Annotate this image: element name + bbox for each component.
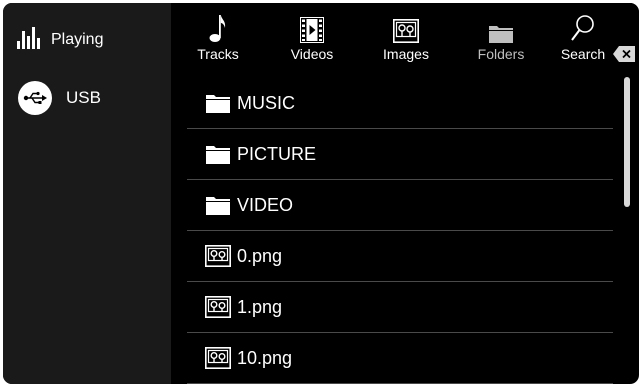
list-item-folder-video[interactable]: VIDEO	[187, 180, 613, 231]
list-item-folder-picture[interactable]: PICTURE	[187, 129, 613, 180]
source-item-label: USB	[66, 88, 101, 107]
tab-folders[interactable]: Folders	[461, 3, 541, 70]
file-list: MUSIC PICTURE VIDEO 0.png 1.png 10.png	[187, 78, 613, 384]
source-sidebar: Playing USB	[3, 3, 171, 384]
category-tabs: Tracks Videos Images Folders Search	[171, 3, 639, 70]
folder-icon	[205, 91, 233, 115]
tab-tracks[interactable]: Tracks	[178, 3, 258, 70]
image-icon	[205, 346, 233, 370]
image-icon	[205, 295, 233, 319]
image-icon	[393, 13, 419, 43]
music-note-icon	[209, 13, 227, 43]
list-item-image[interactable]: 0.png	[187, 231, 613, 282]
media-browser-screen: Playing USB Tracks Videos Images Folders…	[3, 3, 639, 384]
tab-search[interactable]: Search	[543, 3, 623, 70]
tab-label: Tracks	[197, 46, 239, 62]
list-item-label: 1.png	[237, 296, 283, 317]
tab-label: Search	[560, 46, 606, 62]
usb-icon	[18, 81, 52, 115]
backspace-icon[interactable]	[613, 46, 635, 62]
list-item-label: 0.png	[237, 245, 283, 266]
list-item-label: PICTURE	[237, 143, 317, 164]
list-item-label: 10.png	[237, 347, 293, 368]
equalizer-bars-icon	[17, 26, 43, 54]
folder-icon	[205, 142, 233, 166]
now-playing-label: Playing	[51, 31, 104, 48]
list-item-image[interactable]: 1.png	[187, 282, 613, 333]
folder-icon	[205, 193, 233, 217]
tab-images[interactable]: Images	[366, 3, 446, 70]
list-scrollbar[interactable]	[624, 77, 630, 207]
list-item-folder-music[interactable]: MUSIC	[187, 78, 613, 129]
list-item-label: VIDEO	[237, 194, 294, 215]
list-item-image[interactable]: 10.png	[187, 333, 613, 384]
tab-label: Images	[383, 46, 429, 62]
tab-videos[interactable]: Videos	[272, 3, 352, 70]
film-icon	[300, 13, 324, 43]
now-playing-button[interactable]: Playing	[17, 25, 103, 55]
search-icon	[570, 13, 596, 43]
list-item-label: MUSIC	[237, 92, 295, 113]
source-item-usb[interactable]: USB	[18, 81, 101, 115]
image-icon	[205, 244, 233, 268]
tab-label: Folders	[477, 46, 525, 62]
tab-label: Videos	[290, 46, 334, 62]
folder-icon	[488, 13, 514, 43]
